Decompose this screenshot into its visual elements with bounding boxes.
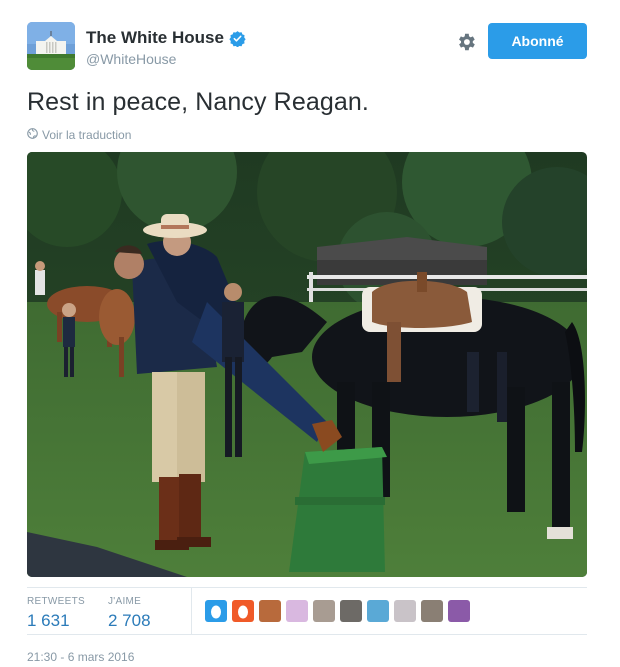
likes-stat[interactable]: J'AIME 2 708: [108, 596, 151, 631]
tweet-header: The White House @WhiteHouse Abonné: [27, 22, 587, 72]
avatar-sketch[interactable]: [394, 600, 416, 622]
tweet-photo[interactable]: [27, 152, 587, 577]
avatar[interactable]: [27, 22, 75, 70]
avatar-man-glasses[interactable]: [340, 600, 362, 622]
display-name-text[interactable]: The White House: [86, 28, 224, 48]
avatar-man-grey[interactable]: [313, 600, 335, 622]
stats-divider: [191, 588, 192, 634]
tweet-text: Rest in peace, Nancy Reagan.: [27, 88, 369, 116]
tweet-timestamp[interactable]: 21:30 - 6 mars 2016: [27, 650, 134, 664]
avatar-purple[interactable]: [448, 600, 470, 622]
photo-illustration: [27, 152, 587, 577]
account-names: The White House @WhiteHouse: [86, 28, 246, 67]
translate-link[interactable]: Voir la traduction: [27, 128, 131, 142]
gear-icon[interactable]: [455, 31, 477, 53]
egg-avatar-orange[interactable]: [232, 600, 254, 622]
globe-icon: [27, 128, 38, 142]
tweet-stats: RETWEETS 1 631 J'AIME 2 708: [27, 587, 587, 635]
retweets-label: RETWEETS: [27, 596, 85, 607]
liker-avatars: [205, 600, 470, 622]
display-name[interactable]: The White House: [86, 28, 246, 48]
likes-count[interactable]: 2 708: [108, 611, 151, 631]
avatar-text-badge[interactable]: [286, 600, 308, 622]
egg-avatar-blue[interactable]: [205, 600, 227, 622]
account-handle[interactable]: @WhiteHouse: [86, 51, 246, 67]
avatar-cat[interactable]: [421, 600, 443, 622]
translate-label[interactable]: Voir la traduction: [42, 128, 131, 142]
verified-badge-icon: [229, 30, 246, 47]
retweets-stat[interactable]: RETWEETS 1 631: [27, 596, 85, 631]
avatar-beach[interactable]: [367, 600, 389, 622]
likes-label: J'AIME: [108, 596, 142, 607]
retweets-count[interactable]: 1 631: [27, 611, 85, 631]
avatar-woman[interactable]: [259, 600, 281, 622]
follow-button[interactable]: Abonné: [488, 23, 587, 59]
